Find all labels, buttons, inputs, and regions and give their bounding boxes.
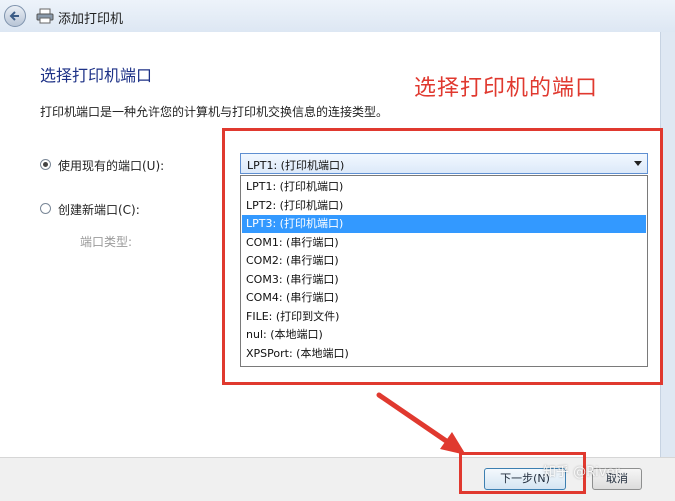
annotation-arrow <box>376 392 466 455</box>
